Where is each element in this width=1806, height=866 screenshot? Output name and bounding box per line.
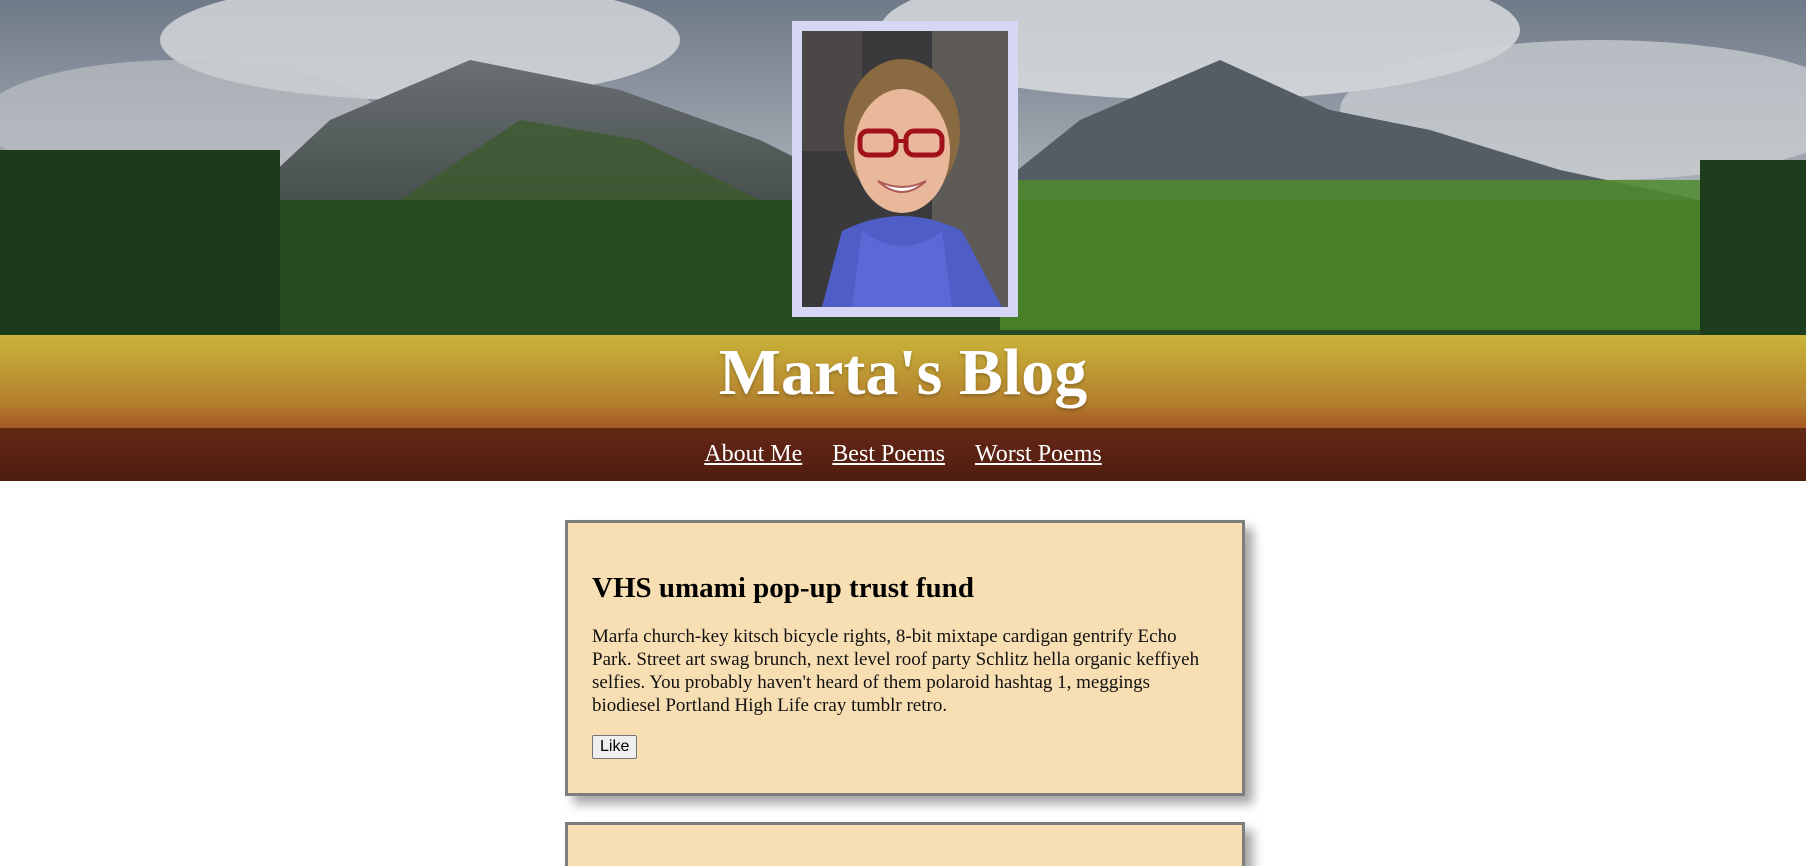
nav-link-worst-poems[interactable]: Worst Poems xyxy=(975,441,1102,468)
page: Marta's Blog About Me Best Poems Worst P… xyxy=(0,0,1806,866)
post-body: Marfa church-key kitsch bicycle rights, … xyxy=(592,626,1200,716)
nav-link-best-poems[interactable]: Best Poems xyxy=(832,441,945,468)
avatar-frame xyxy=(792,21,1018,317)
blog-header: Marta's Blog About Me Best Poems Worst P… xyxy=(0,0,1806,481)
blog-post: VHS umami pop-up trust fund Marfa church… xyxy=(565,520,1245,796)
like-button[interactable]: Like xyxy=(592,735,638,759)
avatar xyxy=(802,31,1008,307)
nav-link-about-me[interactable]: About Me xyxy=(704,441,802,468)
blog-post-partial xyxy=(565,822,1245,866)
site-title: Marta's Blog xyxy=(718,336,1088,409)
post-title: VHS umami pop-up trust fund xyxy=(592,572,974,604)
main-nav: About Me Best Poems Worst Poems xyxy=(0,428,1806,481)
profile-photo-icon xyxy=(802,31,1008,307)
